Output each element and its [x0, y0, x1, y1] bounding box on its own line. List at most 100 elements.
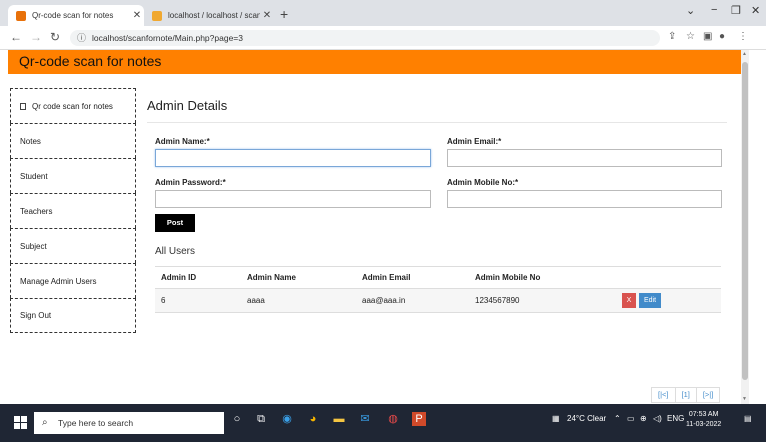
tab-title: Qr-code scan for notes: [32, 11, 114, 20]
tab-title: localhost / localhost / scanfornc: [168, 11, 260, 20]
table-row: 6 aaaa aaa@aaa.in 1234567890 X Edit: [155, 288, 721, 313]
scrollbar-thumb[interactable]: [742, 62, 748, 380]
sidebar-item-manage-admin-users[interactable]: Manage Admin Users: [10, 263, 136, 298]
admin-password-label: Admin Password:*: [155, 178, 226, 187]
page-viewport: Qr-code scan for notes ▲ ▼ Qr code scan …: [0, 50, 766, 404]
pagination-current[interactable]: [1]: [674, 387, 697, 403]
task-view-icon[interactable]: ⧉: [254, 412, 268, 426]
sidebar-icon[interactable]: ▣: [703, 31, 712, 42]
sidebar-item-label: Manage Admin Users: [20, 276, 97, 286]
tab-qr-code[interactable]: Qr-code scan for notes ✕: [8, 5, 144, 26]
search-icon: ⌕: [42, 417, 48, 428]
taskbar-clock[interactable]: 07:53 AM 11-03-2022: [686, 410, 721, 430]
sidebar-item-teachers[interactable]: Teachers: [10, 193, 136, 228]
sidebar-item-home[interactable]: Qr code scan for notes: [10, 88, 136, 123]
post-button[interactable]: Post: [155, 214, 195, 232]
reload-icon[interactable]: ↻: [50, 30, 60, 44]
close-window-button[interactable]: ✕: [751, 4, 760, 17]
column-header-actions: [616, 266, 721, 289]
share-icon[interactable]: ⇪: [668, 31, 676, 42]
weather-text[interactable]: 24°C Clear: [567, 414, 606, 423]
page-title: Admin Details: [147, 98, 228, 113]
checkbox-icon: [20, 102, 26, 110]
sidebar-nav: Qr code scan for notes Notes Student Tea…: [10, 88, 136, 333]
notifications-icon[interactable]: ▤: [744, 414, 752, 423]
cell-admin-email: aaa@aaa.in: [356, 288, 469, 313]
scroll-down-icon[interactable]: ▼: [742, 396, 747, 402]
users-table: Admin ID Admin Name Admin Email Admin Mo…: [155, 266, 721, 313]
column-header-admin-id: Admin ID: [155, 266, 241, 289]
edge-icon[interactable]: ◉: [280, 412, 294, 426]
site-header: Qr-code scan for notes: [8, 50, 741, 74]
url-field[interactable]: ⓘ localhost/scanfornote/Main.php?page=3: [70, 30, 660, 46]
new-tab-button[interactable]: +: [280, 6, 288, 22]
column-header-admin-mobile: Admin Mobile No: [469, 266, 616, 289]
cortana-icon[interactable]: ○: [230, 412, 244, 426]
phpmyadmin-favicon-icon: [152, 10, 162, 21]
volume-icon[interactable]: ◁): [653, 414, 662, 423]
language-indicator[interactable]: ENG: [667, 414, 684, 423]
cell-admin-mobile: 1234567890: [469, 288, 616, 313]
minimize-button[interactable]: −: [711, 4, 717, 16]
column-header-admin-name: Admin Name: [241, 266, 356, 289]
edit-user-button[interactable]: Edit: [639, 293, 661, 308]
admin-email-label: Admin Email:*: [447, 137, 502, 146]
site-title: Qr-code scan for notes: [19, 53, 162, 69]
sidebar-item-label: Subject: [20, 241, 47, 251]
scroll-up-icon[interactable]: ▲: [742, 51, 747, 57]
maximize-button[interactable]: ❐: [731, 4, 741, 17]
windows-start-icon[interactable]: [14, 416, 28, 430]
app-icon[interactable]: ◍: [386, 412, 400, 426]
network-icon[interactable]: ⊕: [640, 414, 647, 423]
table-header-row: Admin ID Admin Name Admin Email Admin Mo…: [155, 266, 721, 289]
file-explorer-icon[interactable]: ▬: [332, 412, 346, 426]
url-text: localhost/scanfornote/Main.php?page=3: [92, 33, 243, 43]
chevron-down-icon[interactable]: ⌄: [686, 4, 695, 17]
cell-admin-name: aaaa: [241, 288, 356, 313]
weather-icon[interactable]: ▦: [552, 414, 560, 423]
taskbar-search-input[interactable]: ⌕ Type here to search: [34, 412, 224, 434]
sidebar-item-label: Qr code scan for notes: [32, 101, 113, 111]
site-favicon-icon: [16, 10, 26, 21]
browser-tab-bar: Qr-code scan for notes ✕ localhost / loc…: [0, 0, 766, 26]
pagination-last[interactable]: [>|]: [695, 387, 721, 403]
admin-name-input[interactable]: [155, 149, 431, 167]
battery-icon[interactable]: ▭: [627, 414, 635, 423]
profile-icon[interactable]: ●: [719, 31, 725, 42]
page-scrollbar[interactable]: ▲ ▼: [741, 50, 749, 404]
divider: [147, 122, 727, 123]
clock-date: 11-03-2022: [686, 421, 722, 428]
bookmark-star-icon[interactable]: ☆: [686, 31, 695, 42]
mail-icon[interactable]: ✉: [358, 412, 372, 426]
sidebar-item-notes[interactable]: Notes: [10, 123, 136, 158]
delete-user-button[interactable]: X: [622, 293, 636, 308]
tab-phpmyadmin[interactable]: localhost / localhost / scanfornc ✕: [144, 5, 274, 26]
menu-kebab-icon[interactable]: ⋮: [738, 31, 748, 42]
address-bar-row: ← → ↻ ⓘ localhost/scanfornote/Main.php?p…: [0, 26, 766, 50]
sidebar-item-label: Notes: [20, 136, 41, 146]
admin-mobile-label: Admin Mobile No:*: [447, 178, 519, 187]
admin-name-label: Admin Name:*: [155, 137, 210, 146]
powerpoint-icon[interactable]: P: [412, 412, 426, 426]
close-tab-icon[interactable]: ✕: [130, 10, 144, 21]
back-arrow-icon[interactable]: ←: [10, 30, 22, 44]
admin-email-input[interactable]: [447, 149, 722, 167]
admin-mobile-input[interactable]: [447, 190, 722, 208]
windows-taskbar: ⌕ Type here to search ○ ⧉ ◉ ◕ ▬ ✉ ◍ P ▦ …: [0, 404, 766, 442]
close-tab-icon[interactable]: ✕: [260, 10, 274, 21]
info-icon[interactable]: ⓘ: [77, 30, 86, 46]
all-users-title: All Users: [155, 246, 196, 257]
search-placeholder: Type here to search: [58, 418, 134, 428]
admin-password-input[interactable]: [155, 190, 431, 208]
sidebar-item-student[interactable]: Student: [10, 158, 136, 193]
chrome-icon[interactable]: ◕: [306, 412, 320, 426]
sidebar-item-sign-out[interactable]: Sign Out: [10, 298, 136, 333]
sidebar-item-subject[interactable]: Subject: [10, 228, 136, 263]
cell-actions: X Edit: [616, 288, 721, 313]
sidebar-item-label: Sign Out: [20, 311, 52, 320]
pagination: [|<] [1] [>|]: [651, 387, 721, 403]
tray-chevron-up-icon[interactable]: ⌃: [614, 414, 621, 423]
pagination-first[interactable]: [|<]: [651, 387, 676, 403]
forward-arrow-icon[interactable]: →: [30, 30, 42, 44]
clock-time: 07:53 AM: [688, 411, 719, 418]
